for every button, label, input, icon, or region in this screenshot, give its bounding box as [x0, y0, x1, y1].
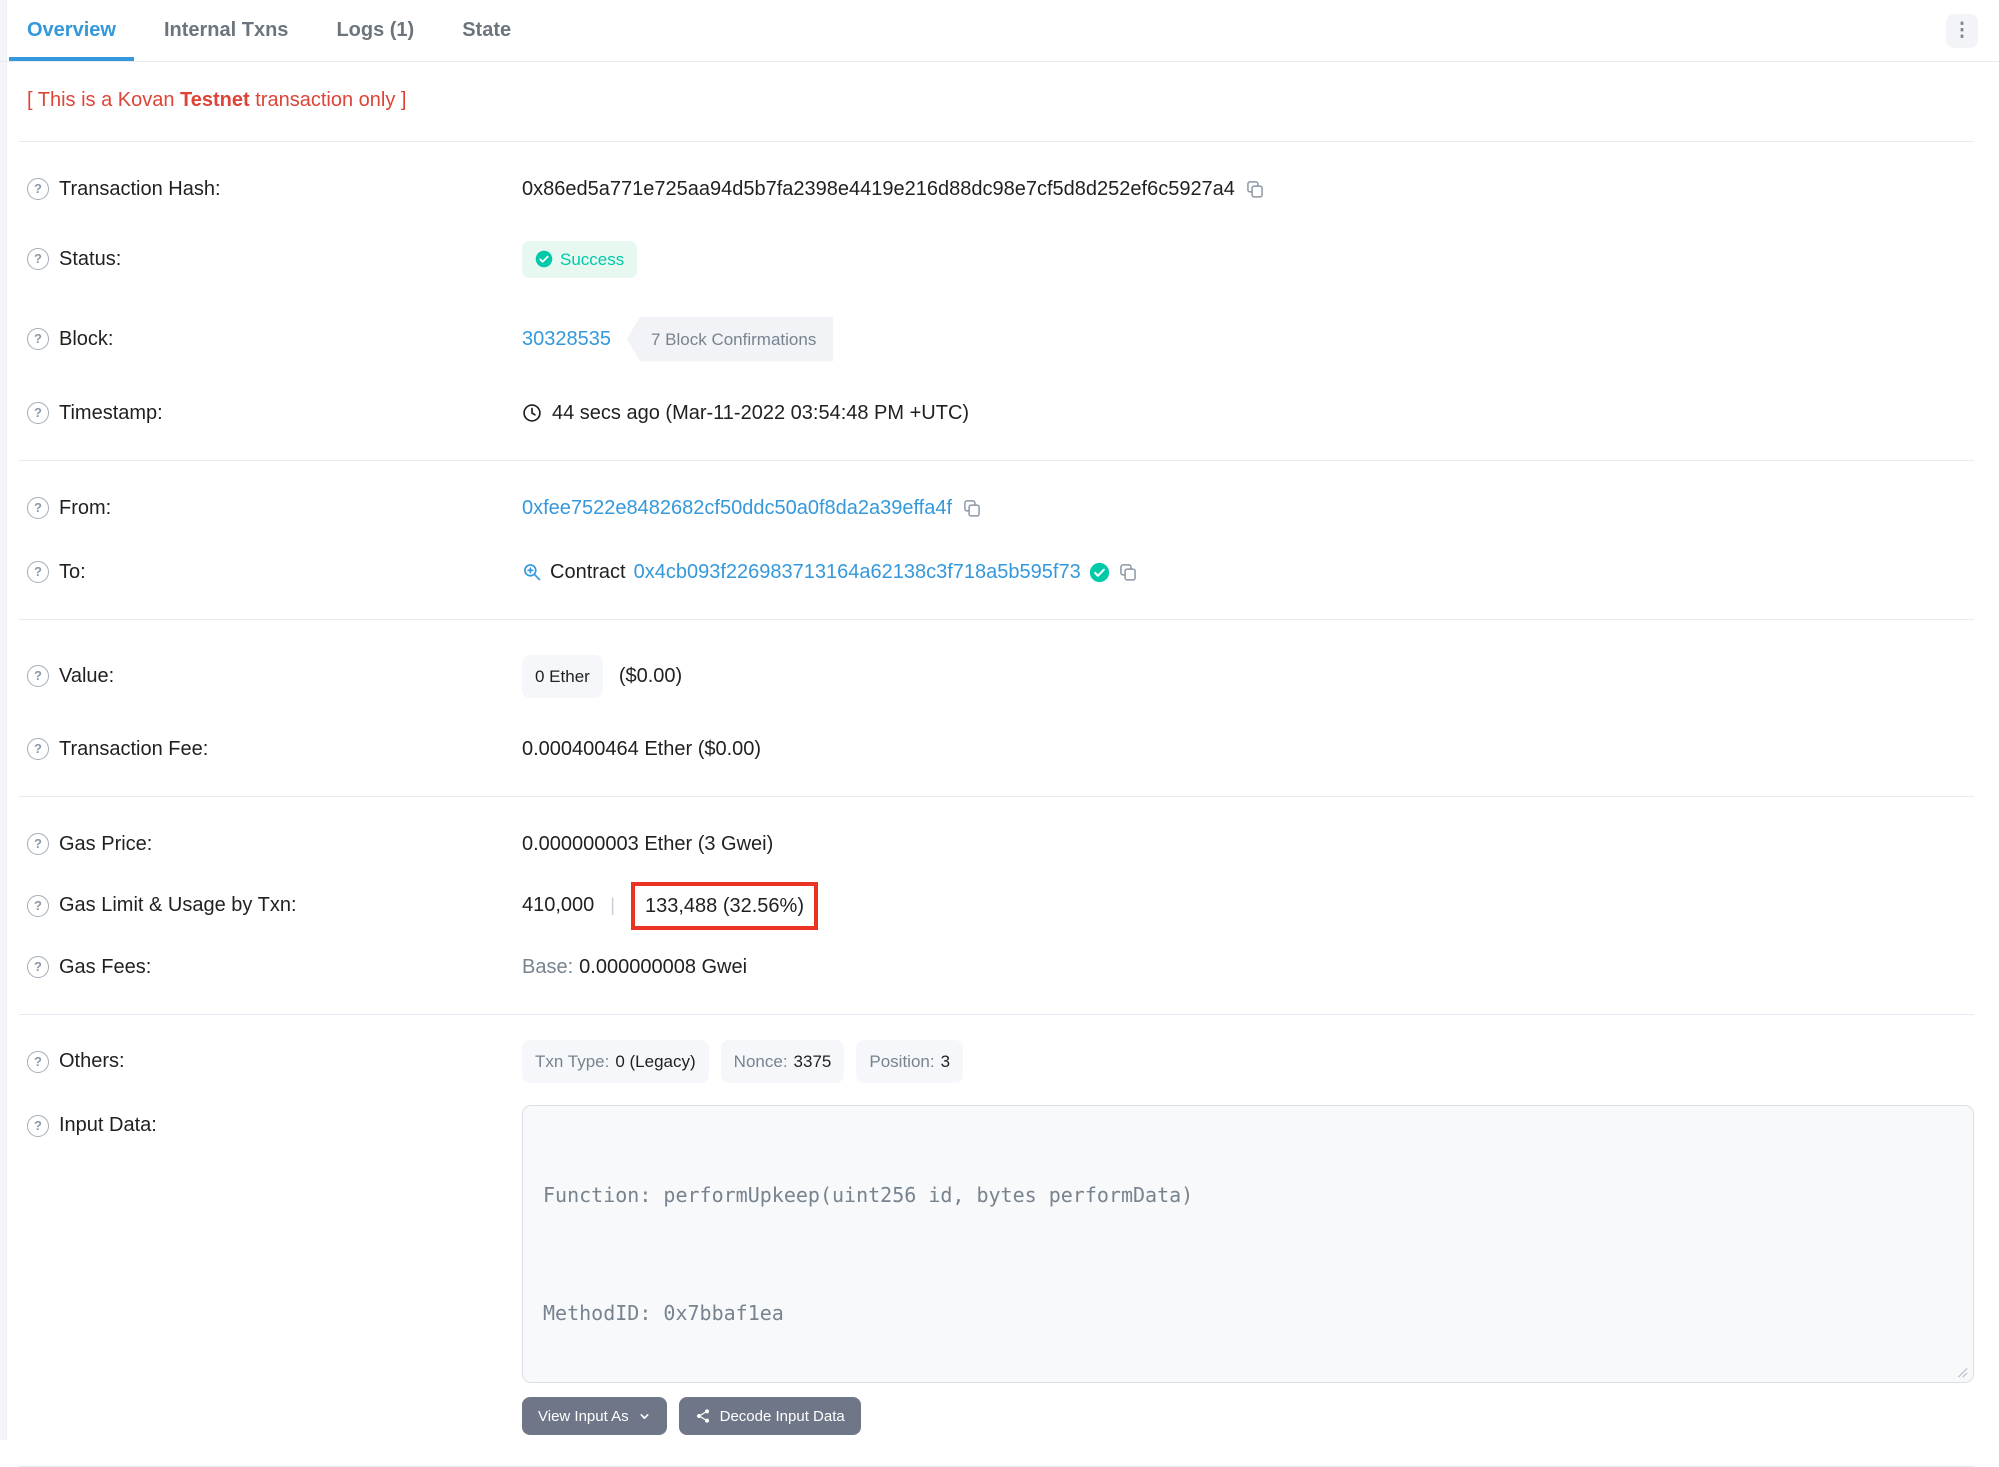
input-data-textarea[interactable]: Function: performUpkeep(uint256 id, byte…: [522, 1105, 1974, 1383]
help-icon[interactable]: ?: [27, 894, 49, 917]
row-timestamp: ? Timestamp: 44 secs ago (Mar-11-2022 03…: [0, 381, 1999, 445]
badge-key: Nonce:: [733, 1052, 788, 1071]
ether-value-badge: 0 Ether: [522, 654, 603, 698]
txn-type-badge: Txn Type: 0 (Legacy): [522, 1040, 709, 1083]
row-transaction-hash: ? Transaction Hash: 0x86ed5a771e725aa94d…: [0, 157, 1999, 221]
gas-price-value: 0.000000003 Ether (3 Gwei): [522, 832, 774, 855]
base-fee-value: 0.000000008 Gwei: [579, 955, 748, 978]
badge-value: 0 (Legacy): [615, 1052, 696, 1071]
help-icon[interactable]: ?: [27, 1050, 49, 1073]
base-fee-label: Base:: [522, 955, 574, 978]
badge-key: Position:: [869, 1052, 935, 1071]
field-label: Transaction Hash:: [59, 177, 221, 200]
row-status: ? Status: Success: [0, 221, 1999, 297]
function-signature: Function: performUpkeep(uint256 id, byte…: [543, 1183, 1194, 1207]
block-number-link[interactable]: 30328535: [522, 327, 611, 352]
copy-icon[interactable]: [1245, 179, 1265, 199]
notice-text: [ This is a Kovan: [27, 89, 181, 111]
field-label: Value:: [59, 664, 115, 687]
position-badge: Position: 3: [856, 1040, 964, 1083]
divider: [19, 619, 1974, 620]
method-id: MethodID: 0x7bbaf1ea: [543, 1301, 784, 1325]
field-label: Timestamp:: [59, 401, 163, 424]
help-icon[interactable]: ?: [27, 328, 49, 350]
field-label: Gas Limit & Usage by Txn:: [59, 894, 297, 916]
kebab-menu-icon: ⋮: [1952, 20, 1972, 41]
check-circle-icon: [535, 250, 553, 268]
row-value: ? Value: 0 Ether ($0.00): [0, 635, 1999, 717]
more-options-button[interactable]: ⋮: [1946, 13, 1978, 48]
transaction-hash-value: 0x86ed5a771e725aa94d5b7fa2398e4419e216d8…: [522, 177, 1235, 200]
notice-bold-text: Testnet: [180, 89, 250, 111]
help-icon[interactable]: ?: [27, 402, 49, 424]
usd-value: ($0.00): [618, 664, 683, 687]
tab-state[interactable]: State: [444, 0, 529, 61]
help-icon[interactable]: ?: [27, 178, 49, 200]
help-icon[interactable]: ?: [27, 956, 49, 978]
divider: [19, 1014, 1974, 1015]
help-icon[interactable]: ?: [27, 497, 49, 519]
help-icon[interactable]: ?: [27, 665, 49, 687]
badge-value: 3375: [793, 1052, 832, 1071]
row-to: ? To: Contract 0x4cb093f226983713164a621…: [0, 540, 1999, 604]
to-address-link[interactable]: 0x4cb093f226983713164a62138c3f718a5b595f…: [634, 560, 1081, 585]
timestamp-value: 44 secs ago (Mar-11-2022 03:54:48 PM +UT…: [552, 401, 970, 424]
from-address-link[interactable]: 0xfee7522e8482682cf50ddc50a0f8da2a39effa…: [522, 496, 952, 521]
to-type-label: Contract: [550, 560, 626, 583]
row-gas-price: ? Gas Price: 0.000000003 Ether (3 Gwei): [0, 812, 1999, 876]
divider: [19, 141, 1974, 142]
row-input-data: ? Input Data: Function: performUpkeep(ui…: [0, 1098, 1999, 1435]
row-transaction-fee: ? Transaction Fee: 0.000400464 Ether ($0…: [0, 717, 1999, 781]
field-label: Block:: [59, 327, 114, 350]
chevron-down-icon: [640, 1413, 649, 1419]
transaction-fee-value: 0.000400464 Ether ($0.00): [522, 737, 762, 760]
row-others: ? Others: Txn Type: 0 (Legacy) Nonce: 33…: [0, 1030, 1999, 1098]
status-badge: Success: [522, 240, 638, 278]
tab-logs[interactable]: Logs (1): [318, 0, 432, 61]
badge-key: Txn Type:: [535, 1052, 610, 1071]
row-gas-limit-usage: ? Gas Limit & Usage by Txn: 410,000 | 13…: [0, 876, 1999, 935]
help-icon[interactable]: ?: [27, 561, 49, 583]
badge-value: 3: [940, 1052, 951, 1071]
divider: [19, 460, 1974, 461]
tab-internal-txns[interactable]: Internal Txns: [146, 0, 306, 61]
help-icon[interactable]: ?: [27, 833, 49, 855]
copy-icon[interactable]: [962, 498, 982, 518]
testnet-notice: [ This is a Kovan Testnet transaction on…: [0, 62, 1999, 114]
field-label: Others:: [59, 1050, 125, 1072]
field-label: Gas Price:: [59, 832, 153, 855]
clock-icon: [523, 404, 541, 422]
separator: |: [610, 895, 615, 915]
field-label: Input Data:: [59, 1114, 157, 1136]
verified-check-icon: [1089, 562, 1109, 582]
field-label: Status:: [59, 247, 122, 270]
window-left-edge: [0, 0, 7, 1440]
divider: [19, 796, 1974, 797]
help-icon[interactable]: ?: [27, 738, 49, 760]
field-label: Gas Fees:: [59, 955, 152, 978]
notice-text: transaction only ]: [249, 89, 407, 111]
transaction-tabbar: Overview Internal Txns Logs (1) State ⋮: [0, 0, 1999, 62]
zoom-in-icon[interactable]: [522, 562, 542, 582]
decode-input-data-button[interactable]: Decode Input Data: [678, 1397, 861, 1435]
row-block: ? Block: 30328535 7 Block Confirmations: [0, 297, 1999, 381]
field-label: To:: [59, 560, 86, 583]
block-confirmations-badge: 7 Block Confirmations: [626, 316, 834, 362]
field-label: From:: [59, 496, 112, 519]
row-from: ? From: 0xfee7522e8482682cf50ddc50a0f8da…: [0, 476, 1999, 540]
copy-icon[interactable]: [1118, 562, 1138, 582]
tab-overview[interactable]: Overview: [9, 0, 134, 61]
gas-usage-value: 133,488 (32.56%): [644, 894, 804, 917]
view-input-as-button[interactable]: View Input As: [522, 1397, 667, 1435]
decode-icon: [696, 1409, 709, 1423]
help-icon[interactable]: ?: [27, 1114, 49, 1137]
nonce-badge: Nonce: 3375: [720, 1040, 845, 1083]
status-text: Success: [560, 249, 625, 269]
field-label: Transaction Fee:: [59, 737, 209, 760]
annotation-highlight-box: 133,488 (32.56%): [630, 881, 818, 930]
gas-limit-value: 410,000: [522, 894, 595, 916]
row-gas-fees: ? Gas Fees: Base: 0.000000008 Gwei: [0, 935, 1999, 999]
help-icon[interactable]: ?: [27, 248, 49, 270]
resize-grip-icon[interactable]: [1954, 1364, 1968, 1378]
